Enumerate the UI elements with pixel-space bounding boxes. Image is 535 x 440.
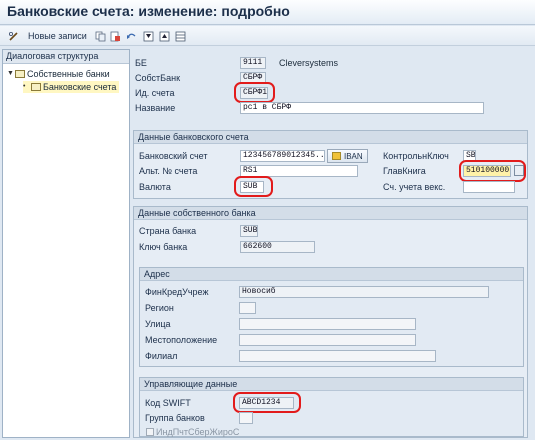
detail-form: БЕ 9111 Cleversystems СобстБанк СБРФ Ид.… bbox=[133, 49, 533, 438]
company-name-text: Cleversystems bbox=[279, 58, 339, 68]
account-name-input[interactable]: рс1 в СБРФ bbox=[240, 102, 484, 114]
folder-icon bbox=[15, 70, 25, 78]
iban-label: IBAN bbox=[344, 151, 363, 161]
expand-arrow-icon[interactable]: ▼ bbox=[7, 68, 15, 80]
gl-account-label: ГлавКнига bbox=[383, 166, 426, 176]
new-entries-button[interactable]: Новые записи bbox=[24, 29, 87, 43]
dialog-structure-header: Диалоговая структура bbox=[3, 50, 129, 64]
region-label: Регион bbox=[145, 303, 174, 313]
currency-label: Валюта bbox=[139, 182, 171, 192]
alt-account-label: Альт. № счета bbox=[139, 166, 198, 176]
window-title: Банковские счета: изменение: подробно bbox=[7, 3, 290, 19]
pencil-glasses-icon bbox=[8, 31, 18, 41]
delete-button[interactable] bbox=[110, 29, 121, 43]
next-entry-button[interactable] bbox=[159, 29, 170, 43]
house-bank-label: СобстБанк bbox=[135, 73, 180, 83]
dialog-structure-pane: Диалоговая структура ▼ Собственные банки… bbox=[2, 49, 130, 438]
company-code-label: БЕ bbox=[135, 58, 147, 68]
select-all-button[interactable] bbox=[175, 29, 186, 43]
house-bank-data-group: Данные собственного банка Страна банка S… bbox=[133, 206, 528, 438]
previous-entry-icon bbox=[143, 31, 154, 41]
bank-key-field: 662600 bbox=[240, 241, 315, 253]
address-group: Адрес ФинКредУчреж Новосиб Регион Улица … bbox=[139, 267, 524, 367]
highlight-swift bbox=[233, 392, 301, 413]
next-entry-icon bbox=[159, 31, 170, 41]
iban-icon bbox=[332, 152, 341, 160]
bank-group-label: Группа банков bbox=[145, 413, 205, 423]
tree-node-own-banks[interactable]: ▼ Собственные банки bbox=[7, 68, 110, 80]
bank-country-field: SUB bbox=[240, 225, 258, 237]
control-data-group: Управляющие данные Код SWIFT ABCD1234 Гр… bbox=[139, 377, 524, 437]
application-toolbar: Новые записи bbox=[0, 26, 535, 46]
control-data-title: Управляющие данные bbox=[140, 378, 523, 391]
iban-button[interactable]: IBAN bbox=[327, 149, 368, 163]
tree-node-bank-accounts[interactable]: • Банковские счета bbox=[23, 81, 120, 93]
postal-giro-checkbox[interactable] bbox=[146, 428, 154, 436]
bank-account-data-group: Данные банковского счета Банковский счет… bbox=[133, 130, 528, 199]
bank-account-label: Банковский счет bbox=[139, 151, 208, 161]
branch-field bbox=[239, 350, 436, 362]
title-bar: Банковские счета: изменение: подробно bbox=[0, 0, 535, 25]
highlight-currency bbox=[234, 176, 273, 197]
address-title: Адрес bbox=[140, 268, 523, 281]
account-name-label: Название bbox=[135, 103, 176, 113]
swift-code-label: Код SWIFT bbox=[145, 398, 191, 408]
street-field bbox=[239, 318, 416, 330]
table-icon bbox=[175, 31, 186, 41]
bill-account-label: Сч. учета векс. bbox=[383, 182, 446, 192]
bullet-icon: • bbox=[23, 83, 26, 90]
location-label: Местоположение bbox=[145, 335, 218, 345]
tree-node-own-banks-label: Собственные банки bbox=[27, 69, 110, 79]
folder-open-icon bbox=[31, 83, 41, 91]
bank-account-data-title: Данные банковского счета bbox=[134, 131, 527, 144]
new-entries-label: Новые записи bbox=[28, 31, 87, 41]
institution-field: Новосиб bbox=[239, 286, 489, 298]
branch-label: Филиал bbox=[145, 351, 178, 361]
undo-icon bbox=[127, 33, 136, 39]
previous-entry-button[interactable] bbox=[143, 29, 154, 43]
bill-account-input[interactable] bbox=[463, 181, 515, 193]
bank-key-label: Ключ банка bbox=[139, 242, 188, 252]
account-id-label: Ид. счета bbox=[135, 88, 175, 98]
control-key-label: КонтрольнКлюч bbox=[383, 151, 449, 161]
highlight-gl-account bbox=[459, 160, 526, 182]
copy-as-button[interactable] bbox=[95, 29, 106, 43]
display-change-button[interactable] bbox=[8, 29, 19, 43]
highlight-account-id bbox=[234, 82, 275, 103]
institution-label: ФинКредУчреж bbox=[145, 287, 209, 297]
location-field bbox=[239, 334, 416, 346]
delete-icon bbox=[110, 31, 120, 41]
copy-icon bbox=[95, 31, 106, 41]
bank-country-label: Страна банка bbox=[139, 226, 197, 236]
bank-account-input[interactable]: 123456789012345... bbox=[240, 150, 325, 162]
street-label: Улица bbox=[145, 319, 171, 329]
region-field bbox=[239, 302, 256, 314]
company-code-field: 9111 bbox=[240, 57, 266, 69]
postal-giro-label: ИндПчтСберЖироС bbox=[156, 427, 240, 437]
undo-button[interactable] bbox=[126, 29, 137, 43]
house-bank-data-title: Данные собственного банка bbox=[134, 207, 527, 220]
bank-group-field bbox=[239, 412, 253, 424]
tree-node-bank-accounts-label: Банковские счета bbox=[43, 82, 117, 92]
